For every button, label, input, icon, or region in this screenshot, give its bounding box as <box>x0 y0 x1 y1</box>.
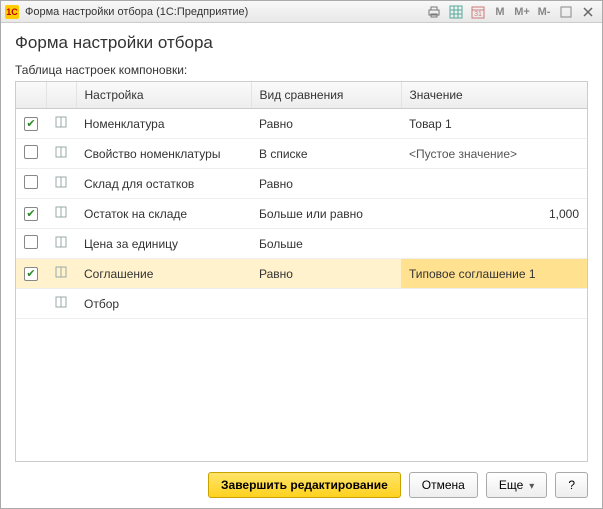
filter-field-icon <box>54 145 68 159</box>
footer: Завершить редактирование Отмена Еще ? <box>1 462 602 508</box>
row-comparison[interactable]: Больше <box>251 229 401 259</box>
row-value[interactable] <box>401 289 587 319</box>
settings-table: Настройка Вид сравнения Значение Номенкл… <box>15 81 588 462</box>
row-checkbox[interactable] <box>24 207 38 221</box>
more-button[interactable]: Еще <box>486 472 547 498</box>
filter-field-icon <box>54 265 68 279</box>
table-row[interactable]: Склад для остатковРавно <box>16 169 587 199</box>
table-row[interactable]: Отбор <box>16 289 587 319</box>
cancel-button[interactable]: Отмена <box>409 472 478 498</box>
chevron-down-icon <box>527 478 534 492</box>
row-checkbox[interactable] <box>24 235 38 249</box>
row-checkbox[interactable] <box>24 175 38 189</box>
row-checkbox[interactable] <box>24 267 38 281</box>
close-icon[interactable] <box>578 3 598 21</box>
table-row[interactable]: Цена за единицуБольше <box>16 229 587 259</box>
row-value[interactable] <box>401 229 587 259</box>
row-comparison[interactable] <box>251 289 401 319</box>
memory-mplus-button[interactable]: M+ <box>512 3 532 21</box>
row-value[interactable]: Типовое соглашение 1 <box>401 259 587 289</box>
col-header-setting[interactable]: Настройка <box>76 82 251 109</box>
table-row[interactable]: Остаток на складеБольше или равно1,000 <box>16 199 587 229</box>
filter-field-icon <box>54 175 68 189</box>
svg-text:31: 31 <box>474 11 482 18</box>
row-value[interactable]: Товар 1 <box>401 109 587 139</box>
row-comparison[interactable]: Больше или равно <box>251 199 401 229</box>
row-value[interactable]: <Пустое значение> <box>401 139 587 169</box>
row-value[interactable] <box>401 169 587 199</box>
table-row[interactable]: Свойство номенклатурыВ списке<Пустое зна… <box>16 139 587 169</box>
row-setting-label: Свойство номенклатуры <box>76 139 251 169</box>
row-checkbox[interactable] <box>24 117 38 131</box>
page-title: Форма настройки отбора <box>15 33 588 53</box>
row-setting-label: Остаток на складе <box>76 199 251 229</box>
row-setting-label: Номенклатура <box>76 109 251 139</box>
help-button[interactable]: ? <box>555 472 588 498</box>
col-header-comparison[interactable]: Вид сравнения <box>251 82 401 109</box>
row-setting-label: Соглашение <box>76 259 251 289</box>
row-comparison[interactable]: В списке <box>251 139 401 169</box>
finish-editing-button[interactable]: Завершить редактирование <box>208 472 401 498</box>
memory-m-button[interactable]: M <box>490 3 510 21</box>
content-area: Форма настройки отбора Таблица настроек … <box>1 23 602 462</box>
col-header-icon <box>46 82 76 109</box>
filter-field-icon <box>54 295 68 309</box>
row-setting-label: Цена за единицу <box>76 229 251 259</box>
titlebar: 1C Форма настройки отбора (1С:Предприяти… <box>1 1 602 23</box>
more-button-label: Еще <box>499 478 523 492</box>
calendar-icon[interactable]: 31 <box>468 3 488 21</box>
row-comparison[interactable]: Равно <box>251 259 401 289</box>
window-menu-icon[interactable] <box>556 3 576 21</box>
row-value[interactable]: 1,000 <box>401 199 587 229</box>
window-title: Форма настройки отбора (1С:Предприятие) <box>25 6 248 18</box>
col-header-value[interactable]: Значение <box>401 82 587 109</box>
row-comparison[interactable]: Равно <box>251 109 401 139</box>
col-header-check <box>16 82 46 109</box>
filter-field-icon <box>54 205 68 219</box>
filter-field-icon <box>54 115 68 129</box>
row-checkbox[interactable] <box>24 145 38 159</box>
window: 1C Форма настройки отбора (1С:Предприяти… <box>0 0 603 509</box>
row-setting-label: Склад для остатков <box>76 169 251 199</box>
table-caption: Таблица настроек компоновки: <box>15 63 588 77</box>
grid-view-icon[interactable] <box>446 3 466 21</box>
row-setting-label: Отбор <box>76 289 251 319</box>
row-comparison[interactable]: Равно <box>251 169 401 199</box>
table-row[interactable]: СоглашениеРавноТиповое соглашение 1 <box>16 259 587 289</box>
app-icon: 1C <box>5 5 19 19</box>
memory-mminus-button[interactable]: M- <box>534 3 554 21</box>
print-icon[interactable] <box>424 3 444 21</box>
filter-field-icon <box>54 235 68 249</box>
table-row[interactable]: НоменклатураРавноТовар 1 <box>16 109 587 139</box>
